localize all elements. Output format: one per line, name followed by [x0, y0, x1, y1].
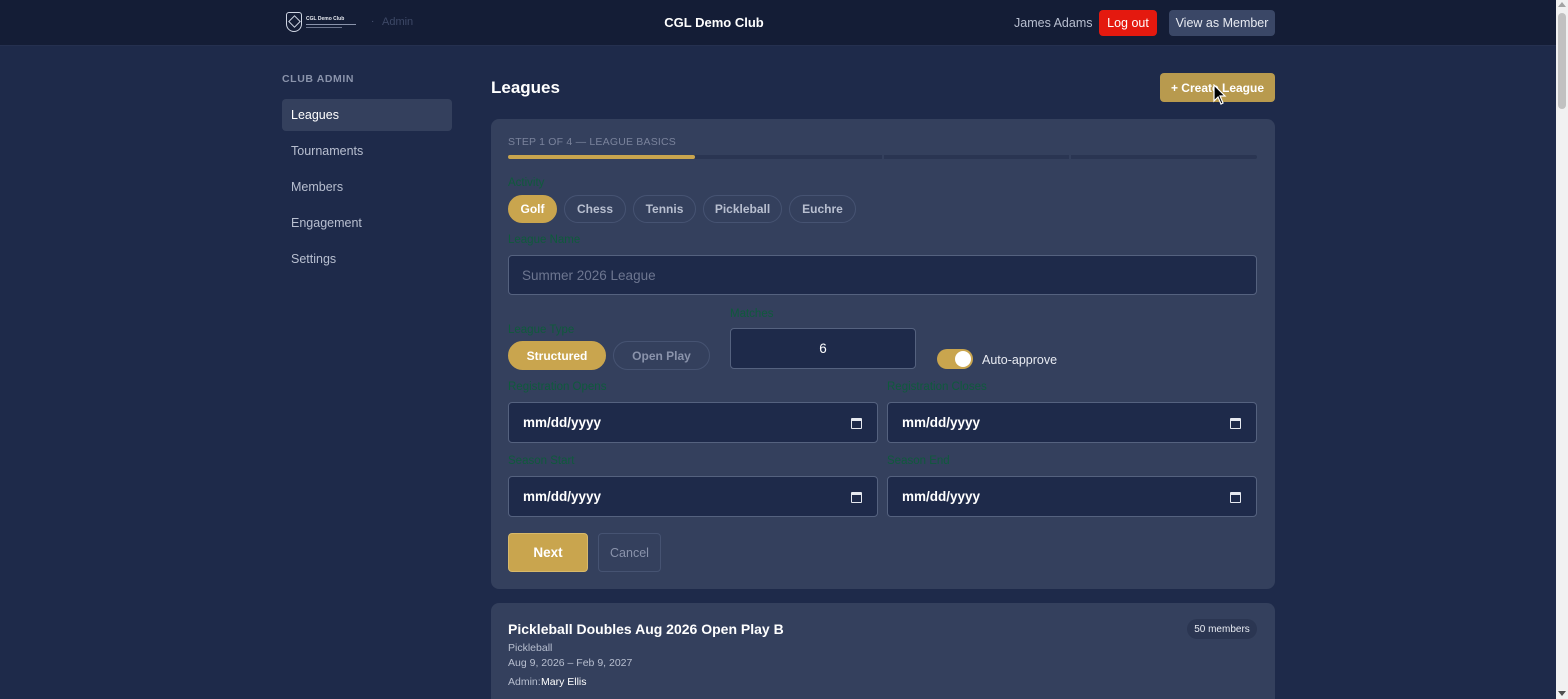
registration-opens-input[interactable]: mm/dd/yyyy — [508, 402, 878, 443]
scrollbar-thumb[interactable] — [1558, 13, 1566, 109]
registration-closes-input[interactable]: mm/dd/yyyy — [887, 402, 1257, 443]
view-as-member-button[interactable]: View as Member — [1169, 10, 1275, 36]
scroll-down-icon[interactable] — [1558, 691, 1566, 696]
sidebar-item-engagement[interactable]: Engagement — [282, 207, 452, 239]
league-title[interactable]: Pickleball Doubles Aug 2026 Open Play B — [508, 621, 784, 637]
sidebar-item-members[interactable]: Members — [282, 171, 452, 203]
activity-golf[interactable]: Golf — [508, 195, 557, 223]
league-admin-label: Admin: — [508, 676, 541, 688]
registration-opens-label: Registration Opens — [508, 381, 607, 393]
mouse-cursor-icon — [1213, 84, 1227, 105]
user-name: James Adams — [1014, 16, 1093, 30]
league-type-open-play[interactable]: Open Play — [613, 341, 710, 370]
toggle-knob — [955, 351, 971, 367]
scroll-up-icon[interactable] — [1558, 2, 1566, 7]
sidebar-heading: CLUB ADMIN — [282, 73, 355, 85]
activity-pickleball[interactable]: Pickleball — [703, 195, 782, 223]
league-dates: Aug 9, 2026 – Feb 9, 2027 — [508, 657, 633, 669]
season-start-value: mm/dd/yyyy — [523, 489, 602, 504]
cancel-button[interactable]: Cancel — [598, 533, 661, 572]
page-title: Leagues — [491, 78, 560, 97]
matches-input[interactable]: 6 — [730, 328, 916, 369]
activity-euchre[interactable]: Euchre — [789, 195, 856, 223]
season-end-label: Season End — [887, 455, 950, 467]
season-start-label: Season Start — [508, 455, 575, 467]
progress-bar-fill — [508, 155, 695, 159]
calendar-icon[interactable] — [1230, 418, 1241, 429]
registration-opens-value: mm/dd/yyyy — [523, 415, 602, 430]
next-button[interactable]: Next — [508, 533, 588, 572]
registration-closes-label: Registration Closes — [887, 381, 987, 393]
activity-tennis[interactable]: Tennis — [633, 195, 696, 223]
calendar-icon[interactable] — [851, 492, 862, 503]
league-admin-name: Mary Ellis — [541, 676, 587, 688]
auto-approve-label: Auto-approve — [982, 353, 1058, 367]
sidebar-item-settings[interactable]: Settings — [282, 243, 452, 275]
league-activity: Pickleball — [508, 642, 553, 654]
sidebar-item-leagues[interactable]: Leagues — [282, 99, 452, 131]
activity-label: Activity — [508, 177, 545, 189]
league-type-structured[interactable]: Structured — [508, 341, 606, 370]
step-label: STEP 1 OF 4 — LEAGUE BASICS — [508, 136, 677, 148]
league-card[interactable] — [491, 603, 1275, 699]
league-type-label: League Type — [508, 324, 575, 336]
activity-chess[interactable]: Chess — [564, 195, 626, 223]
season-end-value: mm/dd/yyyy — [902, 489, 981, 504]
league-name-input[interactable]: Summer 2026 League — [508, 255, 1257, 295]
logout-button[interactable]: Log out — [1099, 10, 1157, 36]
sidebar-item-tournaments[interactable]: Tournaments — [282, 135, 452, 167]
registration-closes-value: mm/dd/yyyy — [902, 415, 981, 430]
auto-approve-toggle[interactable] — [937, 349, 973, 369]
matches-label: Matches — [730, 308, 774, 320]
members-badge: 50 members — [1187, 619, 1257, 639]
calendar-icon[interactable] — [1230, 492, 1241, 503]
calendar-icon[interactable] — [851, 418, 862, 429]
league-name-label: League Name — [508, 234, 581, 246]
season-start-input[interactable]: mm/dd/yyyy — [508, 476, 878, 517]
season-end-input[interactable]: mm/dd/yyyy — [887, 476, 1257, 517]
